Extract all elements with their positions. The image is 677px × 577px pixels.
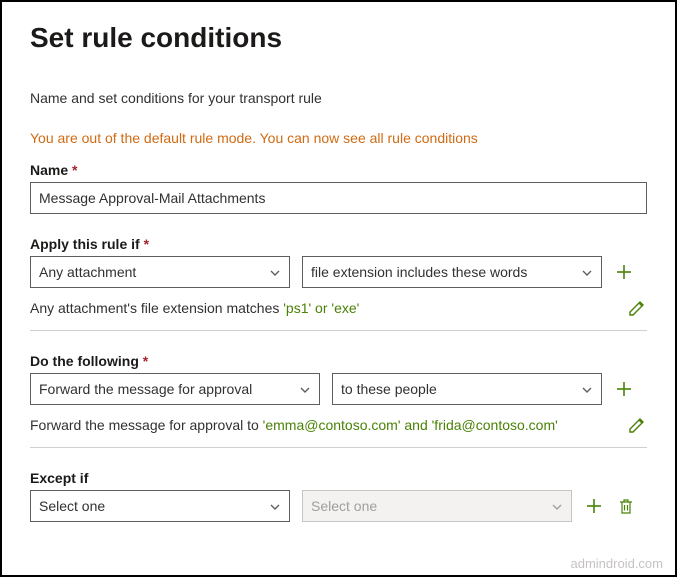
- plus-icon: [614, 379, 634, 399]
- trash-icon: [616, 496, 636, 516]
- page-subtitle: Name and set conditions for your transpo…: [30, 90, 647, 106]
- except-if-predicate-select: Select one: [302, 490, 572, 522]
- plus-icon: [584, 496, 604, 516]
- section-divider: [30, 330, 647, 331]
- chevron-down-icon: [551, 500, 563, 512]
- pencil-icon: [627, 415, 647, 435]
- section-divider: [30, 447, 647, 448]
- except-if-label: Except if: [30, 470, 647, 486]
- delete-exception-button[interactable]: [616, 496, 636, 516]
- watermark: admindroid.com: [571, 556, 664, 571]
- mode-warning: You are out of the default rule mode. Yo…: [30, 130, 647, 146]
- edit-condition-button[interactable]: [627, 298, 647, 318]
- apply-if-label: Apply this rule if *: [30, 236, 647, 252]
- except-if-condition-select[interactable]: Select one: [30, 490, 290, 522]
- plus-icon: [614, 262, 634, 282]
- apply-if-predicate-select[interactable]: file extension includes these words: [302, 256, 602, 288]
- chevron-down-icon: [581, 383, 593, 395]
- apply-if-condition-select[interactable]: Any attachment: [30, 256, 290, 288]
- chevron-down-icon: [299, 383, 311, 395]
- chevron-down-icon: [269, 266, 281, 278]
- chevron-down-icon: [581, 266, 593, 278]
- do-following-label: Do the following *: [30, 353, 647, 369]
- add-action-button[interactable]: [614, 379, 634, 399]
- action-target-select[interactable]: to these people: [332, 373, 602, 405]
- apply-if-summary: Any attachment's file extension matches …: [30, 300, 359, 316]
- rule-name-input[interactable]: [30, 182, 647, 214]
- page-title: Set rule conditions: [30, 22, 647, 54]
- add-exception-button[interactable]: [584, 496, 604, 516]
- chevron-down-icon: [269, 500, 281, 512]
- pencil-icon: [627, 298, 647, 318]
- edit-action-button[interactable]: [627, 415, 647, 435]
- name-label: Name *: [30, 162, 647, 178]
- action-select[interactable]: Forward the message for approval: [30, 373, 320, 405]
- action-summary: Forward the message for approval to 'emm…: [30, 417, 558, 433]
- add-condition-button[interactable]: [614, 262, 634, 282]
